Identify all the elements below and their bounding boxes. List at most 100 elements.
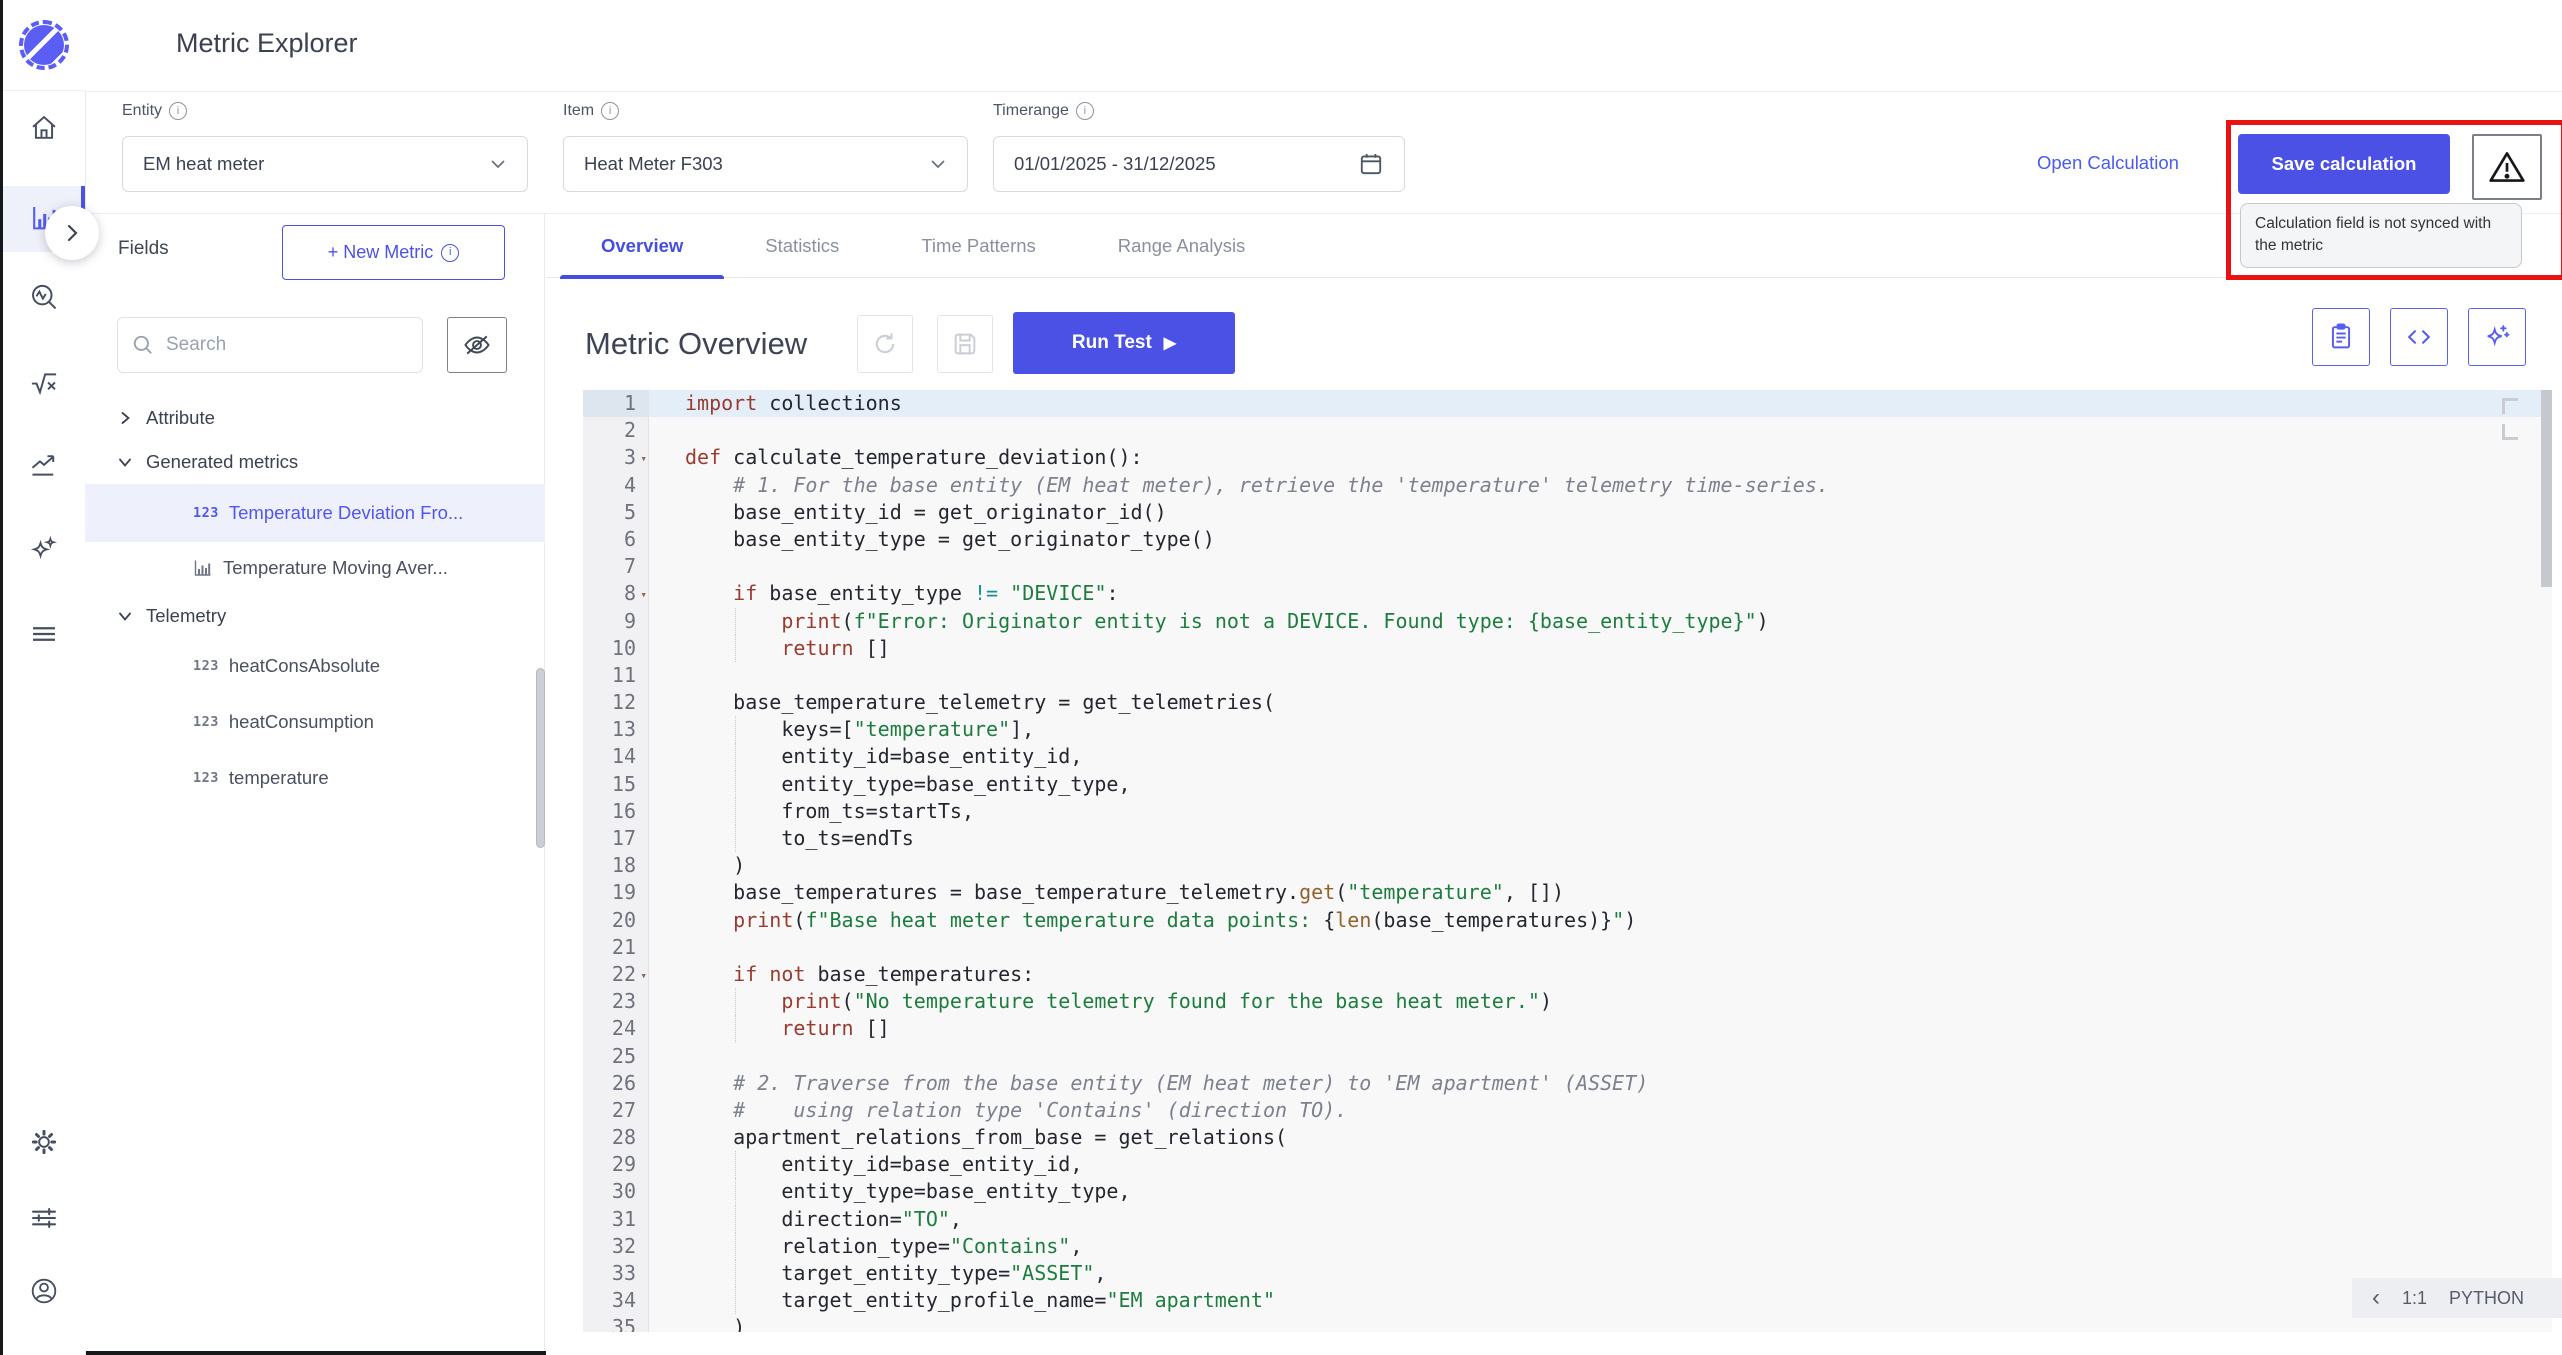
tree-item-temperature-moving-average[interactable]: Temperature Moving Aver... bbox=[85, 542, 545, 594]
code-line[interactable]: 14 entity_id=base_entity_id, bbox=[583, 743, 2552, 770]
profile-icon bbox=[29, 1276, 59, 1306]
code-line[interactable]: 9 print(f"Error: Originator entity is no… bbox=[583, 608, 2552, 635]
new-metric-button[interactable]: + New Metric i bbox=[282, 225, 505, 280]
fields-search[interactable] bbox=[117, 317, 423, 373]
refresh-button[interactable] bbox=[857, 315, 913, 373]
code-line[interactable]: 10 return [] bbox=[583, 635, 2552, 662]
line-number: 4 bbox=[583, 472, 649, 499]
sidebar-item-menu[interactable] bbox=[3, 606, 85, 662]
code-line[interactable]: 16 from_ts=startTs, bbox=[583, 798, 2552, 825]
code-line[interactable]: 1import collections bbox=[583, 390, 2552, 417]
code-icon bbox=[2404, 322, 2434, 352]
code-line[interactable]: 23 print("No temperature telemetry found… bbox=[583, 988, 2552, 1015]
line-number: 25 bbox=[583, 1043, 649, 1070]
run-test-button[interactable]: Run Test ▶ bbox=[1013, 312, 1235, 374]
sidebar-expand-button[interactable] bbox=[45, 206, 99, 260]
code-line[interactable]: 17 to_ts=endTs bbox=[583, 825, 2552, 852]
info-icon: i bbox=[441, 244, 459, 262]
copy-code-button[interactable] bbox=[2312, 308, 2370, 366]
code-line[interactable]: 13 keys=["temperature"], bbox=[583, 716, 2552, 743]
page-title: Metric Explorer bbox=[176, 28, 358, 59]
code-line[interactable]: 31 direction="TO", bbox=[583, 1206, 2552, 1233]
fold-arrow-icon[interactable]: ▾ bbox=[640, 445, 647, 472]
sparkles-icon bbox=[29, 535, 59, 565]
search-input[interactable] bbox=[164, 333, 408, 357]
sidebar-item-home[interactable] bbox=[3, 100, 85, 156]
ai-generate-button[interactable] bbox=[2468, 308, 2526, 366]
code-line[interactable]: 2 bbox=[583, 417, 2552, 444]
tree-item-heatconsumption[interactable]: 123 heatConsumption bbox=[85, 694, 545, 750]
tree-group-attribute[interactable]: Attribute bbox=[85, 396, 545, 440]
code-line[interactable]: 15 entity_type=base_entity_type, bbox=[583, 771, 2552, 798]
code-line[interactable]: 22▾ if not base_temperatures: bbox=[583, 961, 2552, 988]
chevron-left-icon[interactable]: ‹ bbox=[2372, 1286, 2380, 1310]
tab-overview[interactable]: Overview bbox=[560, 214, 724, 278]
code-line[interactable]: 5 base_entity_id = get_originator_id() bbox=[583, 499, 2552, 526]
code-line[interactable]: 7 bbox=[583, 553, 2552, 580]
tree-item-label: temperature bbox=[229, 767, 329, 789]
info-icon[interactable]: i bbox=[1076, 102, 1094, 120]
code-line[interactable]: 4 # 1. For the base entity (EM heat mete… bbox=[583, 472, 2552, 499]
code-line[interactable]: 18 ) bbox=[583, 852, 2552, 879]
code-line[interactable]: 34 target_entity_profile_name="EM apartm… bbox=[583, 1287, 2552, 1314]
line-number: 28 bbox=[583, 1124, 649, 1151]
code-editor[interactable]: 1import collections23▾def calculate_temp… bbox=[583, 390, 2552, 1332]
code-line[interactable]: 25 bbox=[583, 1043, 2552, 1070]
sidebar-item-anomaly-search[interactable] bbox=[3, 270, 85, 326]
fold-arrow-icon[interactable]: ▾ bbox=[640, 962, 647, 989]
open-calculation-link[interactable]: Open Calculation bbox=[2037, 152, 2179, 174]
tree-item-heatconsabsolute[interactable]: 123 heatConsAbsolute bbox=[85, 638, 545, 694]
code-line[interactable]: 33 target_entity_type="ASSET", bbox=[583, 1260, 2552, 1287]
tree-scrollbar[interactable] bbox=[536, 668, 545, 848]
editor-scrollbar[interactable] bbox=[2541, 390, 2552, 587]
entity-label: Entityi bbox=[122, 102, 187, 120]
tree-group-generated-metrics[interactable]: Generated metrics bbox=[85, 440, 545, 484]
code-line[interactable]: 6 base_entity_type = get_originator_type… bbox=[583, 526, 2552, 553]
entity-select[interactable]: EM heat meter bbox=[122, 136, 528, 192]
code-line[interactable]: 28 apartment_relations_from_base = get_r… bbox=[583, 1124, 2552, 1151]
sidebar-item-settings[interactable] bbox=[3, 1114, 85, 1170]
fold-arrow-icon[interactable]: ▾ bbox=[640, 581, 647, 608]
item-select[interactable]: Heat Meter F303 bbox=[563, 136, 968, 192]
info-icon[interactable]: i bbox=[601, 102, 619, 120]
tree-item-temperature[interactable]: 123 temperature bbox=[85, 750, 545, 806]
sidebar-item-trends[interactable] bbox=[3, 438, 85, 494]
info-icon[interactable]: i bbox=[169, 102, 187, 120]
sidebar-item-formula[interactable] bbox=[3, 355, 85, 411]
tree-group-telemetry[interactable]: Telemetry bbox=[85, 594, 545, 638]
sidebar-item-profile[interactable] bbox=[3, 1263, 85, 1319]
code-line[interactable]: 20 print(f"Base heat meter temperature d… bbox=[583, 907, 2552, 934]
tab-range-analysis[interactable]: Range Analysis bbox=[1077, 214, 1287, 278]
sparkle-icon bbox=[2482, 322, 2512, 352]
tab-statistics[interactable]: Statistics bbox=[724, 214, 880, 278]
code-view-button[interactable] bbox=[2390, 308, 2448, 366]
code-line[interactable]: 29 entity_id=base_entity_id, bbox=[583, 1151, 2552, 1178]
tab-time-patterns[interactable]: Time Patterns bbox=[880, 214, 1076, 278]
fields-title: Fields bbox=[118, 238, 169, 260]
menu-icon bbox=[29, 619, 59, 649]
code-line[interactable]: 30 entity_type=base_entity_type, bbox=[583, 1178, 2552, 1205]
timerange-input[interactable]: 01/01/2025 - 31/12/2025 bbox=[993, 136, 1405, 192]
code-line[interactable]: 26 # 2. Traverse from the base entity (E… bbox=[583, 1070, 2552, 1097]
code-line[interactable]: 21 bbox=[583, 934, 2552, 961]
hide-fields-button[interactable] bbox=[447, 317, 507, 373]
code-line[interactable]: 27 # using relation type 'Contains' (dir… bbox=[583, 1097, 2552, 1124]
code-line[interactable]: 35 ) bbox=[583, 1314, 2552, 1332]
fullscreen-icon[interactable] bbox=[2502, 424, 2518, 440]
code-line[interactable]: 32 relation_type="Contains", bbox=[583, 1233, 2552, 1260]
code-line[interactable]: 12 base_temperature_telemetry = get_tele… bbox=[583, 689, 2552, 716]
code-line[interactable]: 19 base_temperatures = base_temperature_… bbox=[583, 879, 2552, 906]
fullscreen-icon[interactable] bbox=[2502, 398, 2518, 414]
app-logo[interactable] bbox=[3, 14, 85, 76]
sidebar-item-ai-assist[interactable] bbox=[3, 522, 85, 578]
save-metric-button[interactable] bbox=[937, 315, 993, 373]
code-line[interactable]: 24 return [] bbox=[583, 1015, 2552, 1042]
code-line[interactable]: 11 bbox=[583, 662, 2552, 689]
sidebar-item-preferences[interactable] bbox=[3, 1190, 85, 1246]
numeric-123-icon: 123 bbox=[193, 658, 219, 674]
code-line[interactable]: 8▾ if base_entity_type != "DEVICE": bbox=[583, 580, 2552, 607]
save-calculation-button[interactable]: Save calculation bbox=[2238, 134, 2450, 194]
tree-item-temperature-deviation[interactable]: 123 Temperature Deviation Fro... bbox=[85, 484, 545, 542]
warning-button[interactable] bbox=[2472, 134, 2542, 200]
code-line[interactable]: 3▾def calculate_temperature_deviation(): bbox=[583, 444, 2552, 471]
